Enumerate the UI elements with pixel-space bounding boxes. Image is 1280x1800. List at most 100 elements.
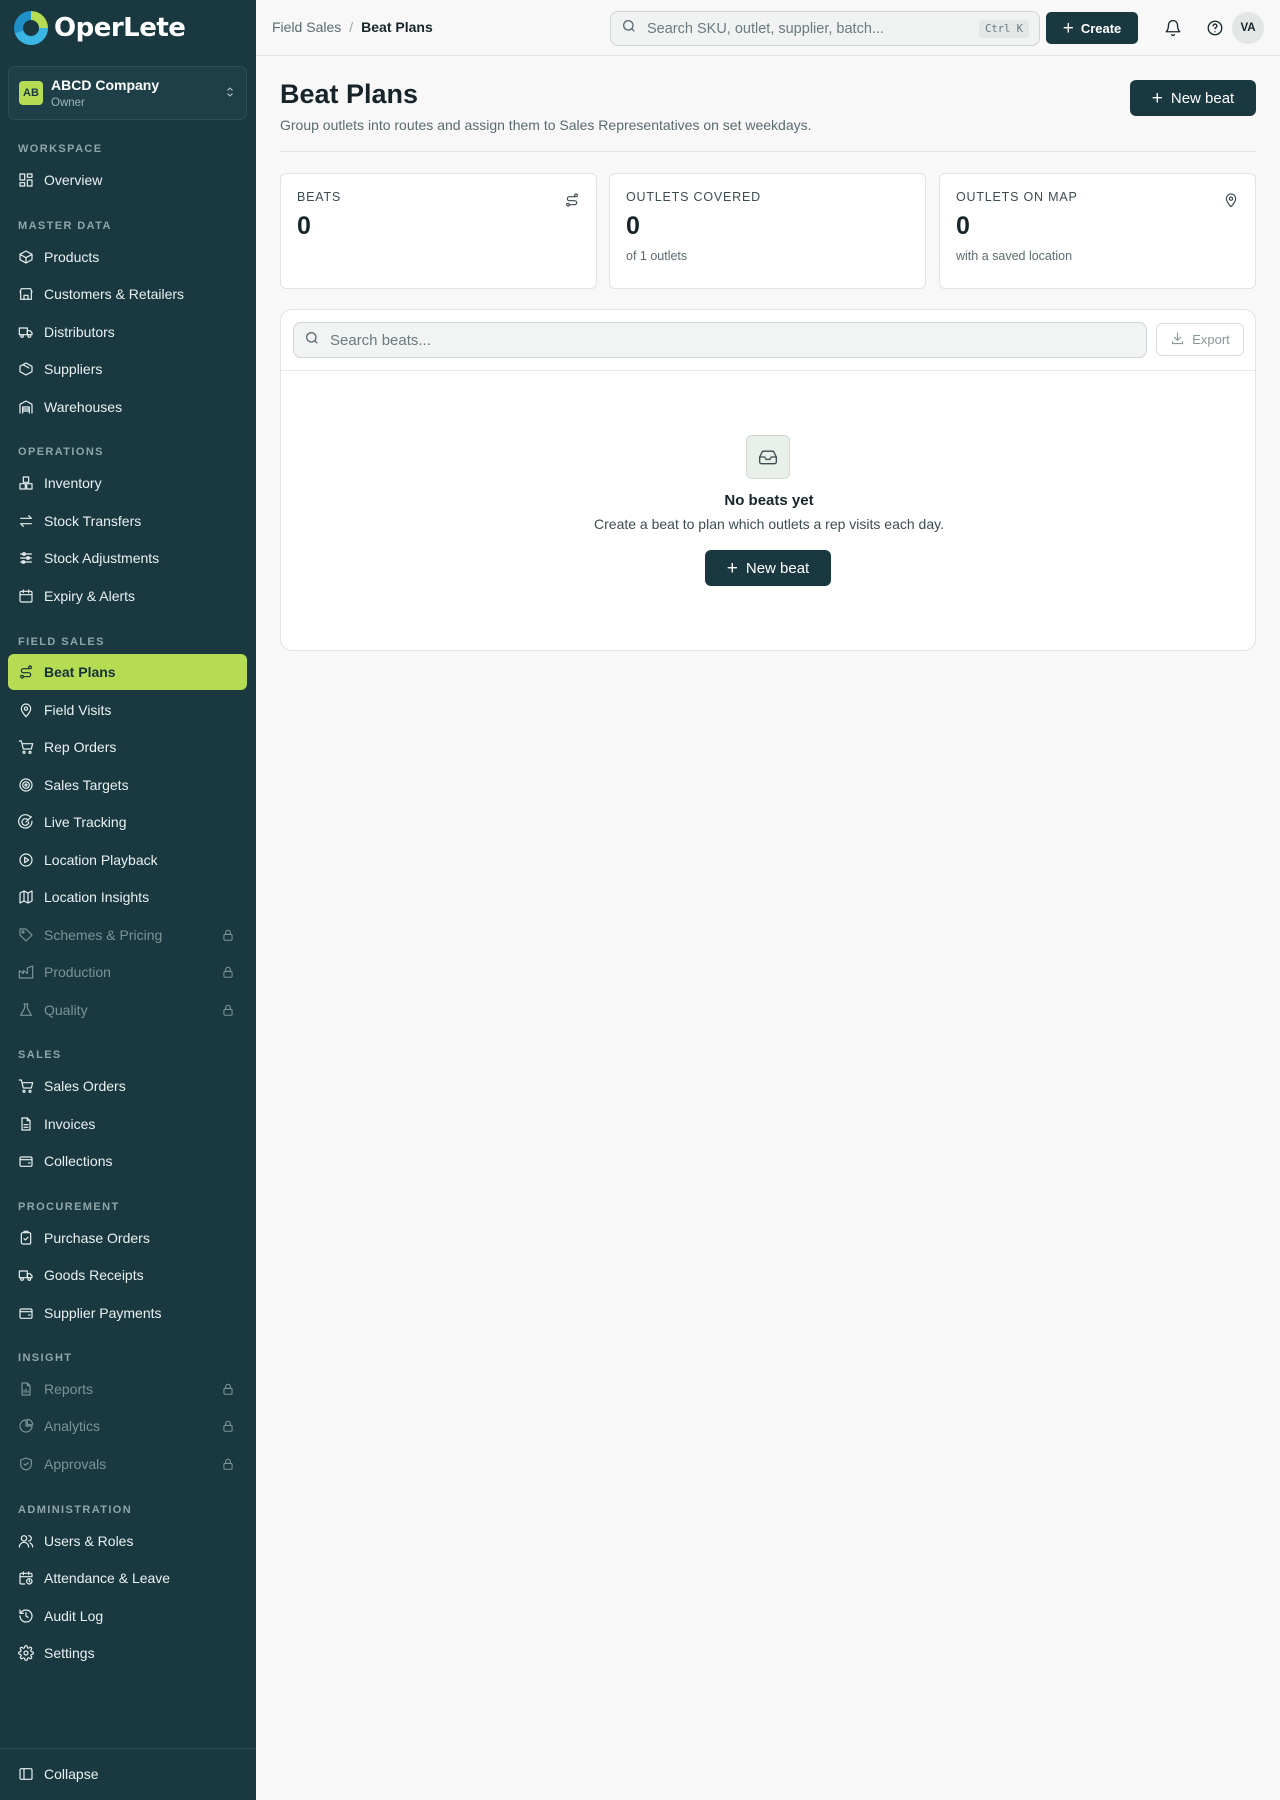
nav-item-label: Schemes & Pricing	[44, 927, 163, 943]
nav-item-label: Customers & Retailers	[44, 286, 185, 302]
nav-item-beat-plans[interactable]: Beat Plans	[8, 654, 247, 690]
nav-item-invoices[interactable]: Invoices	[8, 1106, 247, 1142]
header-divider	[280, 151, 1256, 152]
nav-item-expiry-alerts[interactable]: Expiry & Alerts	[8, 578, 247, 614]
new-beat-label: New beat	[1170, 89, 1235, 107]
nav-item-supplier-payments[interactable]: Supplier Payments	[8, 1295, 247, 1331]
new-beat-button[interactable]: + New beat	[1130, 80, 1256, 116]
nav-item-quality[interactable]: Quality	[8, 992, 247, 1028]
calendar-icon	[18, 588, 34, 604]
cart-icon	[18, 739, 34, 755]
page-subtitle: Group outlets into routes and assign the…	[280, 117, 812, 133]
inbox-icon	[746, 435, 790, 479]
user-avatar[interactable]: VA	[1232, 12, 1264, 44]
radar-icon	[18, 814, 34, 830]
shield-check-icon	[18, 1456, 34, 1472]
search-beats-placeholder: Search beats...	[330, 331, 431, 349]
nav-item-live-tracking[interactable]: Live Tracking	[8, 804, 247, 840]
nav-item-label: Suppliers	[44, 361, 103, 377]
nav-item-attendance-leave[interactable]: Attendance & Leave	[8, 1560, 247, 1596]
empty-new-beat-button[interactable]: + New beat	[705, 550, 831, 586]
nav-item-warehouses[interactable]: Warehouses	[8, 389, 247, 425]
lock-icon	[221, 1003, 235, 1017]
nav-item-schemes-pricing[interactable]: Schemes & Pricing	[8, 917, 247, 953]
breadcrumb-separator: /	[349, 19, 354, 35]
nav-item-suppliers[interactable]: Suppliers	[8, 351, 247, 387]
nav-item-label: Users & Roles	[44, 1533, 134, 1549]
nav-item-label: Reports	[44, 1381, 94, 1397]
nav-section-insight: INSIGHT	[18, 1352, 73, 1364]
nav-item-label: Expiry & Alerts	[44, 588, 136, 604]
stat-card-outlets-on-map: OUTLETS ON MAP 0 with a saved location	[939, 173, 1256, 289]
sliders-icon	[18, 550, 34, 566]
nav-item-audit-log[interactable]: Audit Log	[8, 1598, 247, 1634]
lock-icon	[221, 1457, 235, 1471]
nav-item-settings[interactable]: Settings	[8, 1635, 247, 1671]
collapse-sidebar-button[interactable]: Collapse	[8, 1756, 247, 1792]
nav-item-products[interactable]: Products	[8, 239, 247, 275]
search-beats-input[interactable]: Search beats...	[293, 322, 1147, 358]
breadcrumb-field-sales[interactable]: Field Sales	[272, 19, 341, 35]
nav-item-distributors[interactable]: Distributors	[8, 314, 247, 350]
nav-item-approvals[interactable]: Approvals	[8, 1446, 247, 1482]
collapse-label: Collapse	[44, 1766, 99, 1782]
org-role: Owner	[51, 96, 85, 109]
empty-new-beat-label: New beat	[745, 559, 810, 577]
nav-item-overview[interactable]: Overview	[8, 162, 247, 198]
global-search-placeholder: Search SKU, outlet, supplier, batch...	[647, 20, 884, 37]
nav-item-sales-targets[interactable]: Sales Targets	[8, 767, 247, 803]
nav-item-label: Products	[44, 249, 100, 265]
nav-item-field-visits[interactable]: Field Visits	[8, 692, 247, 728]
nav-item-customers[interactable]: Customers & Retailers	[8, 276, 247, 312]
chevron-updown-icon	[224, 86, 236, 101]
nav-item-label: Quality	[44, 1002, 88, 1018]
nav-item-label: Field Visits	[44, 702, 112, 718]
org-name: ABCD Company	[51, 76, 160, 93]
global-search-input[interactable]: Search SKU, outlet, supplier, batch... C…	[610, 11, 1040, 46]
create-button[interactable]: + Create	[1046, 12, 1138, 44]
nav-item-collections[interactable]: Collections	[8, 1143, 247, 1179]
stat-card-beats: BEATS 0	[280, 173, 597, 289]
nav-item-purchase-orders[interactable]: Purchase Orders	[8, 1220, 247, 1256]
export-button[interactable]: Export	[1156, 323, 1244, 356]
lock-icon	[221, 1419, 235, 1433]
nav-section-sales: SALES	[18, 1049, 62, 1061]
nav-item-location-insights[interactable]: Location Insights	[8, 879, 247, 915]
wallet-icon	[18, 1305, 34, 1321]
help-icon[interactable]	[1204, 17, 1226, 39]
nav-item-stock-transfers[interactable]: Stock Transfers	[8, 503, 247, 539]
history-icon	[18, 1608, 34, 1624]
arrows-icon	[18, 513, 34, 529]
nav-item-label: Live Tracking	[44, 814, 127, 830]
org-switcher[interactable]: AB ABCD Company Owner	[8, 66, 247, 120]
nav-item-label: Beat Plans	[44, 664, 116, 680]
stat-value: 0	[297, 212, 311, 240]
target-icon	[18, 777, 34, 793]
nav-item-inventory[interactable]: Inventory	[8, 465, 247, 501]
nav-item-rep-orders[interactable]: Rep Orders	[8, 729, 247, 765]
bell-icon[interactable]	[1162, 17, 1184, 39]
tag-icon	[18, 927, 34, 943]
nav-item-label: Audit Log	[44, 1608, 104, 1624]
beats-toolbar: Search beats... Export	[281, 310, 1255, 371]
map-pin-icon	[1223, 192, 1239, 208]
nav-item-label: Supplier Payments	[44, 1305, 162, 1321]
nav-item-label: Location Insights	[44, 889, 150, 905]
nav-section-procurement: PROCUREMENT	[18, 1201, 120, 1213]
nav-item-stock-adjustments[interactable]: Stock Adjustments	[8, 540, 247, 576]
nav-item-sales-orders[interactable]: Sales Orders	[8, 1068, 247, 1104]
cart-icon	[18, 1078, 34, 1094]
nav-item-analytics[interactable]: Analytics	[8, 1408, 247, 1444]
nav-item-goods-receipts[interactable]: Goods Receipts	[8, 1257, 247, 1293]
nav-item-reports[interactable]: Reports	[8, 1371, 247, 1407]
nav-item-production[interactable]: Production	[8, 954, 247, 990]
warehouse-icon	[18, 399, 34, 415]
nav-item-label: Collections	[44, 1153, 113, 1169]
app-logo[interactable]: OperLete	[14, 10, 186, 46]
nav-item-users-roles[interactable]: Users & Roles	[8, 1523, 247, 1559]
package-icon	[18, 361, 34, 377]
nav-item-location-playback[interactable]: Location Playback	[8, 842, 247, 878]
route-icon	[564, 192, 580, 208]
breadcrumb: Field Sales / Beat Plans	[272, 19, 433, 35]
search-icon	[621, 18, 637, 39]
